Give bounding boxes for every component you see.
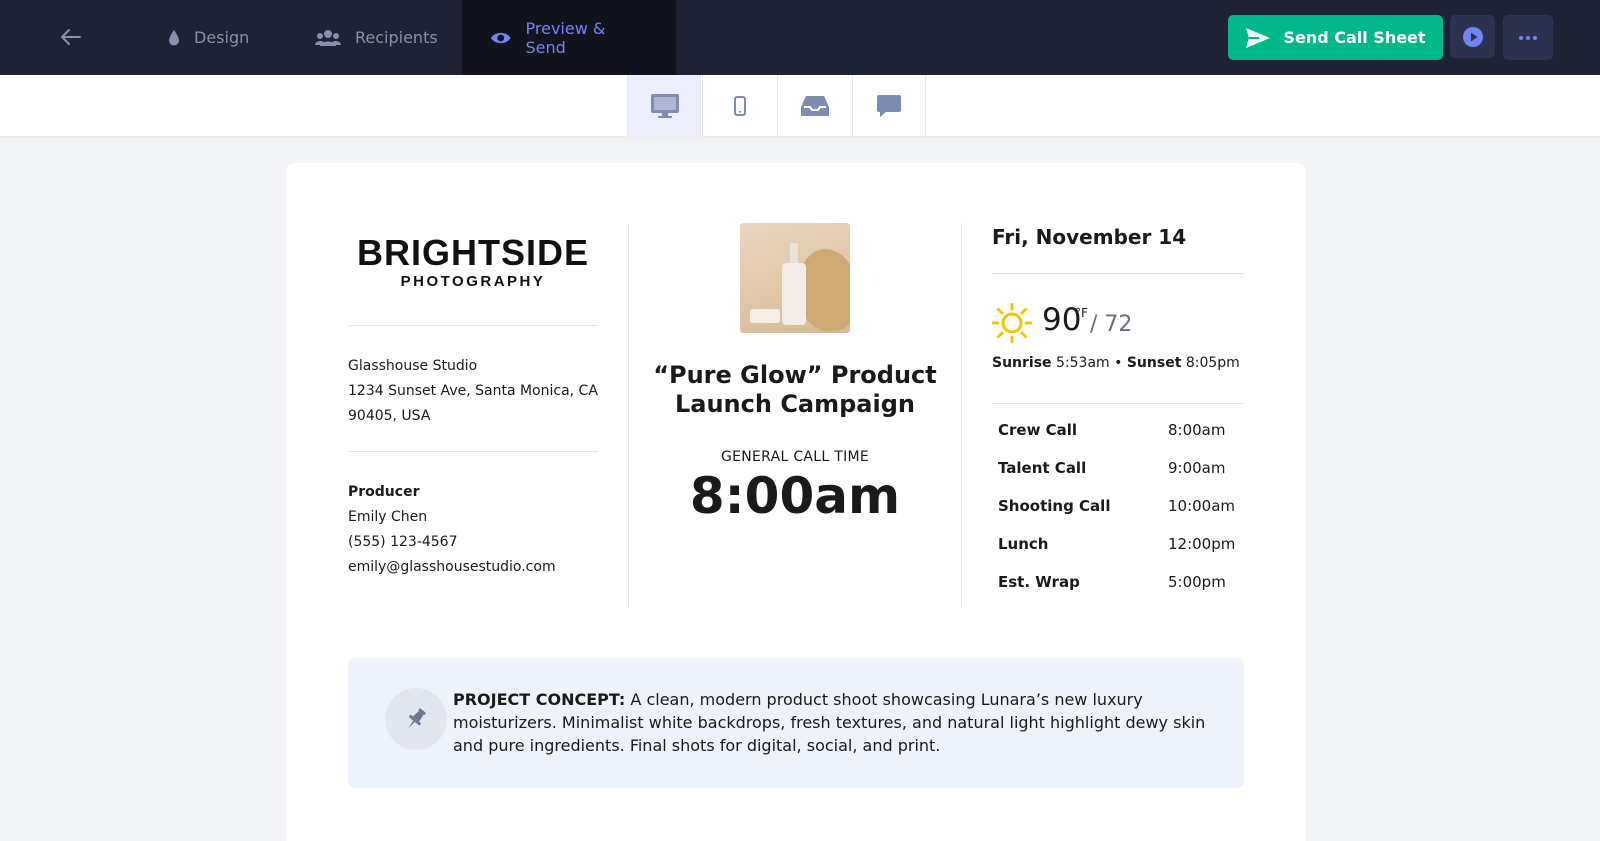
producer-phone: (555) 123-4567 [348,534,458,550]
tab-design-label: Design [194,28,250,47]
project-concept-label: PROJECT CONCEPT: [453,690,626,709]
inbox-icon [800,96,829,116]
back-arrow-icon [61,29,81,45]
location-address-line1: 1234 Sunset Ave, Santa Monica, CA [348,383,598,399]
left-column: BRIGHTSIDE PHOTOGRAPHY Glasshouse Studio… [348,223,598,580]
schedule-row: Crew Call 8:00am [992,411,1244,449]
company-name: BRIGHTSIDE [356,232,589,273]
schedule-time: 8:00am [1168,421,1226,439]
shoot-date: Fri, November 14 [992,223,1244,274]
tab-preview-send-label: Preview & Send [525,18,606,57]
general-call-time-label: GENERAL CALL TIME [720,449,870,465]
producer-email: emily@glasshousestudio.com [348,559,556,575]
schedule-time: 12:00pm [1168,535,1236,553]
tab-recipients[interactable]: Recipients [287,0,466,75]
schedule-row: Est. Wrap 5:00pm [992,563,1244,601]
location-address-line2: 90405, USA [348,408,431,424]
right-column: Fri, November 14 90 °F / 72 Sunrise 5:53… [992,223,1244,601]
location-name: Glasshouse Studio [348,358,478,374]
sunset-label: Sunset [1126,355,1182,371]
mobile-icon [733,96,746,116]
more-icon [1519,35,1537,40]
temperature-unit: °F [1075,306,1088,320]
mobile-preview-button[interactable] [702,75,776,137]
schedule-row: Shooting Call 10:00am [992,487,1244,525]
general-call-time: 8:00am [689,467,901,525]
desktop-icon [650,94,679,118]
droplet-icon [169,29,179,45]
producer-heading: Producer [348,484,420,500]
company-logo: BRIGHTSIDE PHOTOGRAPHY [348,223,598,326]
separator: • [1114,355,1123,371]
product-image [740,223,850,333]
sunrise-label: Sunrise [992,355,1052,371]
schedule-row: Lunch 12:00pm [992,525,1244,563]
more-options-button[interactable] [1503,15,1553,60]
schedule-time: 10:00am [1168,497,1236,515]
sunrise-sunset: Sunrise 5:53am • Sunset 8:05pm [992,355,1240,371]
pin-badge [385,688,447,750]
sun-icon [992,303,1032,343]
schedule-label: Lunch [998,535,1049,553]
producer-name: Emily Chen [348,509,428,525]
tab-design[interactable]: Design [140,0,277,75]
back-button[interactable] [52,18,90,56]
location-block: Glasshouse Studio 1234 Sunset Ave, Santa… [348,326,598,452]
center-column: “Pure Glow” Product Launch Campaign GENE… [629,223,961,525]
paper-plane-icon [1246,27,1271,48]
play-icon [1462,26,1483,47]
project-title-line2: Launch Campaign [674,390,915,418]
schedule-label: Est. Wrap [998,573,1080,591]
project-title-line1: “Pure Glow” Product [653,361,937,389]
people-icon [315,29,341,46]
project-concept-box: PROJECT CONCEPT: A clean, modern product… [348,658,1244,788]
project-concept-text: PROJECT CONCEPT: A clean, modern product… [453,688,1208,757]
sunrise-time: 5:53am [1056,355,1110,371]
top-nav-bar: Design Recipients Preview & Send Send Ca… [0,0,1600,75]
schedule-time: 5:00pm [1168,573,1226,591]
call-sheet-card: BRIGHTSIDE PHOTOGRAPHY Glasshouse Studio… [286,163,1306,841]
project-title: “Pure Glow” Product Launch Campaign [629,361,961,419]
sms-preview-button[interactable] [852,75,926,137]
temperature-low: / 72 [1090,312,1133,337]
device-switcher [0,75,1600,137]
chat-icon [877,95,901,117]
schedule-list: Crew Call 8:00am Talent Call 9:00am Shoo… [992,404,1244,601]
weather-block: 90 °F / 72 Sunrise 5:53am • Sunset 8:05p… [992,274,1244,404]
sunset-time: 8:05pm [1185,355,1240,371]
producer-block: Producer Emily Chen (555) 123-4567 emily… [348,452,598,580]
tab-recipients-label: Recipients [355,28,438,47]
schedule-label: Talent Call [998,459,1087,477]
desktop-preview-button[interactable] [627,75,701,137]
send-call-sheet-button[interactable]: Send Call Sheet [1228,15,1443,60]
inbox-preview-button[interactable] [777,75,851,137]
tab-preview-send[interactable]: Preview & Send [462,0,676,75]
pin-icon [408,708,426,729]
schedule-row: Talent Call 9:00am [992,449,1244,487]
eye-icon [490,32,511,43]
schedule-time: 9:00am [1168,459,1226,477]
play-button[interactable] [1450,15,1495,58]
column-divider [961,223,962,607]
schedule-label: Shooting Call [998,497,1111,515]
schedule-label: Crew Call [998,421,1078,439]
company-subtitle: PHOTOGRAPHY [400,273,546,290]
send-call-sheet-label: Send Call Sheet [1283,28,1426,47]
